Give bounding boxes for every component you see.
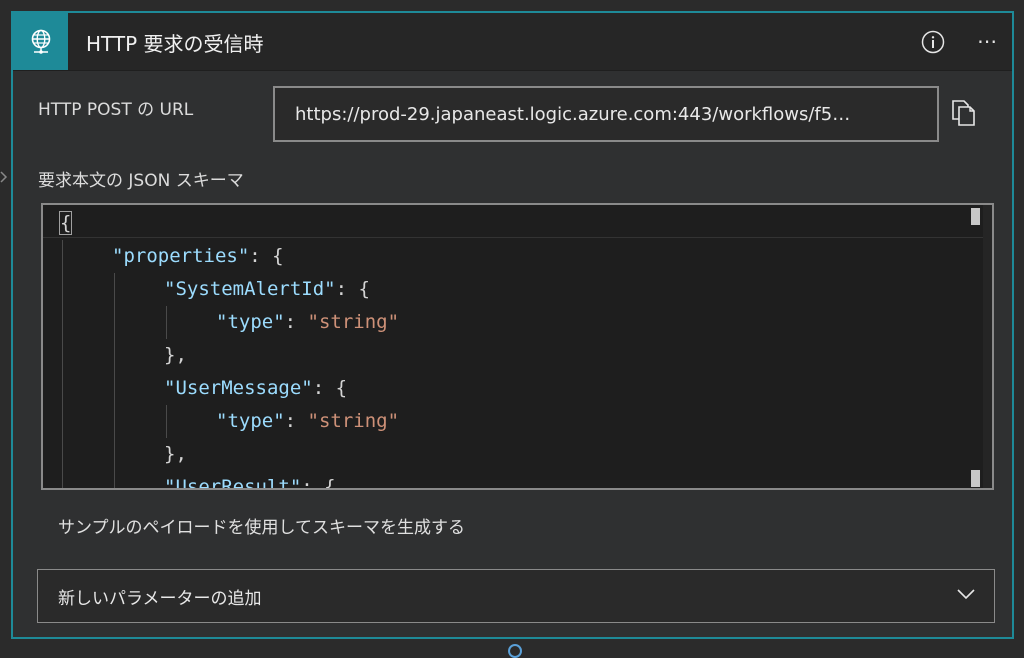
json-schema-editor[interactable]: {"properties": {"SystemAlertId": {"type"…: [41, 203, 994, 490]
info-button[interactable]: [921, 30, 945, 54]
code-token: "UserResult": [164, 476, 302, 490]
code-line: "SystemAlertId": {: [164, 273, 370, 306]
code-token: "properties": [112, 245, 250, 267]
trigger-icon-box: [13, 13, 68, 70]
code-line: "properties": {: [112, 240, 284, 273]
scrollbar-top-marker: [971, 208, 980, 225]
code-token: "type": [216, 311, 285, 333]
schema-label: 要求本文の JSON スキーマ: [38, 171, 244, 191]
code-line: },: [164, 438, 187, 471]
connector-dot: [508, 644, 522, 658]
indent-guide: [166, 306, 167, 339]
code-token: : {: [312, 377, 348, 399]
code-token: : {: [249, 245, 284, 267]
indent-guide: [62, 240, 63, 488]
http-post-url-field[interactable]: https://prod-29.japaneast.logic.azure.co…: [273, 86, 939, 142]
code-line: "UserResult": {: [164, 471, 336, 490]
code-line: "UserMessage": {: [164, 372, 347, 405]
code-token: "type": [216, 410, 285, 432]
generate-schema-from-sample-link[interactable]: サンプルのペイロードを使用してスキーマを生成する: [58, 513, 465, 538]
more-options-button[interactable]: ⋯: [973, 29, 1003, 53]
code-token: :: [284, 311, 308, 333]
card-header[interactable]: HTTP 要求の受信時 ⋯: [13, 13, 1012, 71]
scrollbar-bottom-marker: [971, 470, 980, 487]
current-line-highlight: [43, 205, 992, 238]
code-token: {: [58, 211, 73, 235]
connector-arrow-icon: [0, 171, 8, 183]
chevron-down-icon: [957, 589, 975, 600]
add-parameter-label: 新しいパラメーターの追加: [58, 588, 262, 609]
add-new-parameter-dropdown[interactable]: 新しいパラメーターの追加: [37, 569, 995, 623]
code-token: "SystemAlertId": [164, 278, 336, 300]
copy-icon[interactable]: [949, 97, 979, 129]
code-token: : {: [335, 278, 370, 300]
code-line: },: [164, 339, 187, 372]
code-token: "UserMessage": [164, 377, 313, 399]
http-post-url-value: https://prod-29.japaneast.logic.azure.co…: [295, 103, 851, 125]
more-icon: ⋯: [977, 29, 999, 53]
code-token: : {: [301, 476, 336, 490]
code-line: "type": "string": [216, 306, 399, 339]
trigger-title: HTTP 要求の受信時: [86, 32, 264, 56]
url-label: HTTP POST の URL: [38, 100, 194, 120]
trigger-card: HTTP 要求の受信時 ⋯ HTTP POST の URL https://pr…: [11, 11, 1014, 639]
globe-network-icon: [31, 29, 50, 54]
indent-guide: [114, 273, 115, 488]
code-token: },: [164, 443, 187, 465]
editor-scrollbar[interactable]: [983, 205, 992, 488]
indent-guide: [166, 405, 167, 438]
code-line: "type": "string": [216, 405, 399, 438]
code-token: },: [164, 344, 187, 366]
info-icon: [921, 30, 945, 54]
code-token: :: [284, 410, 308, 432]
code-line: {: [58, 207, 73, 240]
code-token: "string": [307, 311, 400, 333]
code-token: "string": [307, 410, 400, 432]
